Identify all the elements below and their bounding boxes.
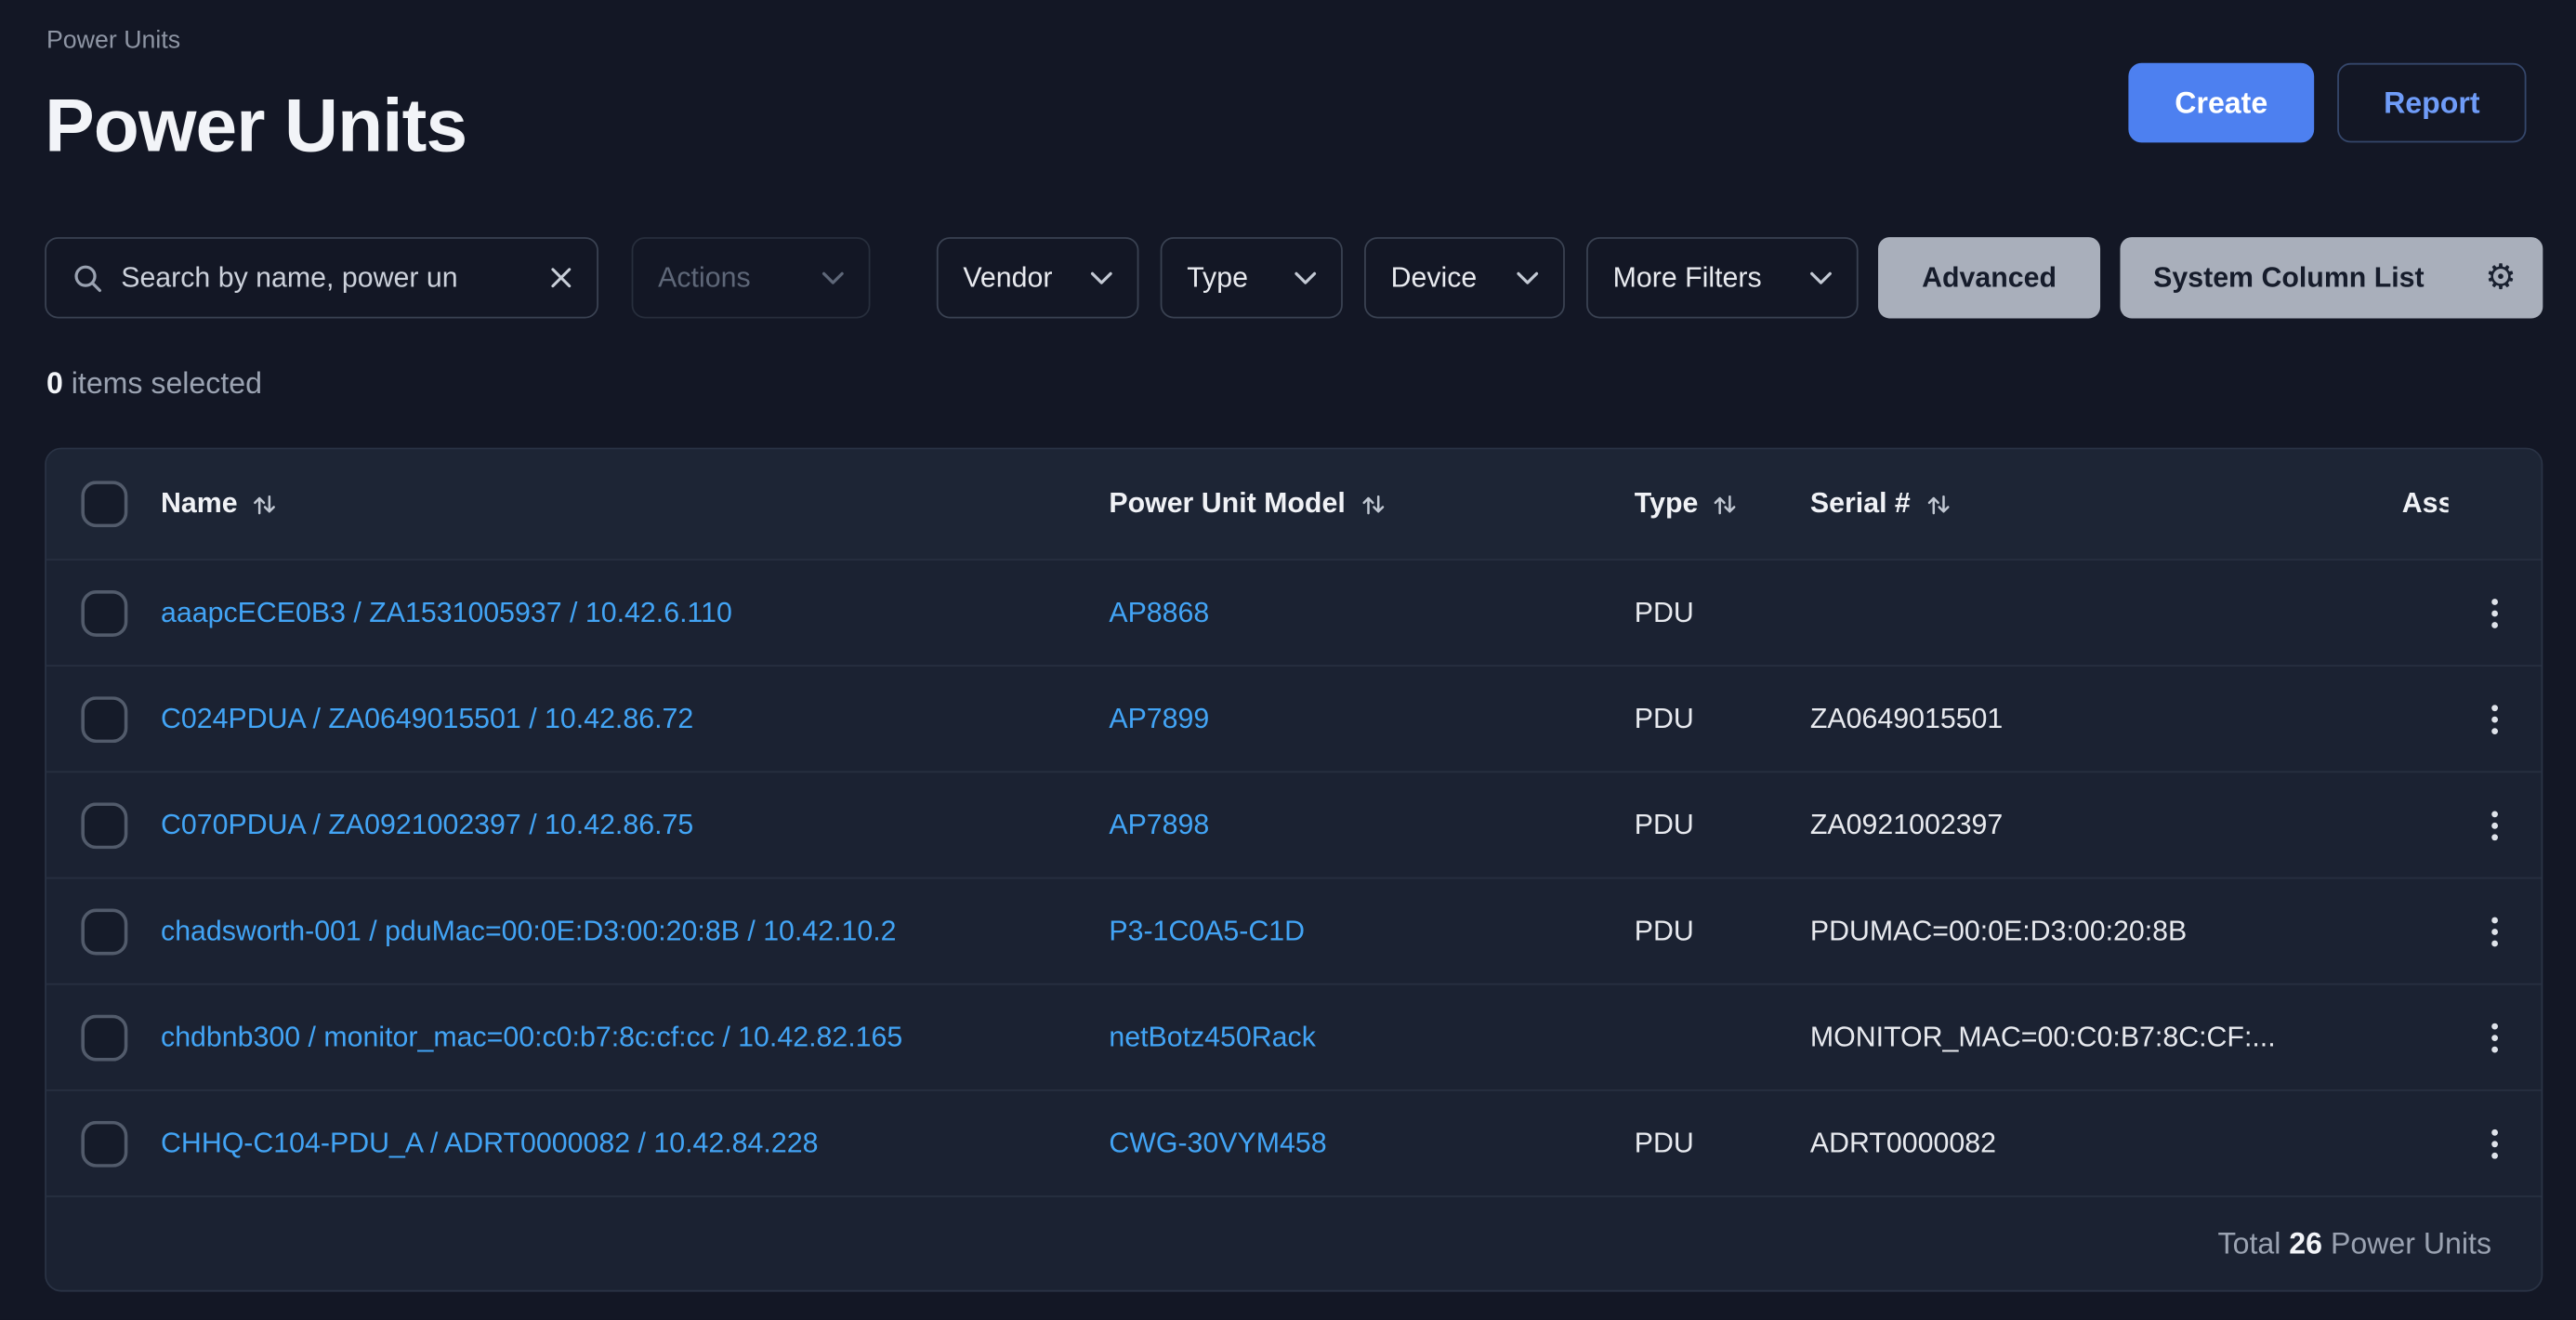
serial-cell: ZA0921002397	[1810, 809, 2402, 842]
serial-cell: PDUMAC=00:0E:D3:00:20:8B	[1810, 915, 2402, 948]
type-cell: PDU	[1635, 809, 1810, 842]
serial-cell: ZA0649015501	[1810, 702, 2402, 735]
type-cell: PDU	[1635, 596, 1810, 629]
vendor-filter-label: Vendor	[963, 261, 1052, 295]
report-button[interactable]: Report	[2337, 63, 2526, 143]
row-checkbox[interactable]	[81, 908, 127, 955]
power-unit-name-link[interactable]: chdbnb300 / monitor_mac=00:c0:b7:8c:cf:c…	[161, 1021, 902, 1052]
row-checkbox[interactable]	[81, 1014, 127, 1061]
row-actions-menu-button[interactable]	[2464, 1008, 2524, 1067]
row-actions-menu-button[interactable]	[2464, 1114, 2524, 1173]
selected-count: 0	[46, 366, 63, 400]
search-box[interactable]	[45, 237, 598, 318]
actions-dropdown[interactable]: Actions	[632, 237, 871, 318]
power-unit-model-link[interactable]: P3-1C0A5-C1D	[1109, 915, 1305, 946]
column-header-type[interactable]: Type	[1635, 487, 1810, 521]
table-row: C024PDUA / ZA0649015501 / 10.42.86.72 AP…	[46, 665, 2542, 771]
total-count: 26	[2289, 1226, 2322, 1261]
search-icon	[72, 263, 102, 293]
chevron-down-icon	[822, 271, 844, 284]
search-input[interactable]	[121, 261, 535, 295]
power-unit-name-link[interactable]: CHHQ-C104-PDU_A / ADRT0000082 / 10.42.84…	[161, 1127, 818, 1158]
sort-icon[interactable]	[253, 494, 278, 515]
selection-summary: 0 items selected	[46, 366, 262, 401]
system-column-list-button[interactable]: System Column List ⚙	[2120, 237, 2543, 318]
power-unit-name-link[interactable]: aaapcECE0B3 / ZA1531005937 / 10.42.6.110	[161, 596, 732, 627]
vendor-filter-dropdown[interactable]: Vendor	[937, 237, 1139, 318]
row-actions-menu-button[interactable]	[2464, 583, 2524, 642]
row-checkbox[interactable]	[81, 801, 127, 848]
sort-icon[interactable]	[1925, 494, 1951, 515]
table-row: CHHQ-C104-PDU_A / ADRT0000082 / 10.42.84…	[46, 1089, 2542, 1195]
power-unit-name-link[interactable]: chadsworth-001 / pduMac=00:0E:D3:00:20:8…	[161, 915, 896, 946]
column-header-serial[interactable]: Serial #	[1810, 487, 2402, 521]
power-unit-model-link[interactable]: netBotz450Rack	[1109, 1021, 1316, 1052]
power-unit-model-link[interactable]: CWG-30VYM458	[1109, 1127, 1326, 1158]
header-actions: Create Report	[2128, 63, 2526, 143]
row-actions-menu-button[interactable]	[2464, 901, 2524, 960]
sort-icon[interactable]	[1360, 494, 1386, 515]
vertical-ellipsis-icon	[2491, 598, 2498, 627]
select-all-checkbox[interactable]	[81, 481, 127, 527]
total-label: Total	[2218, 1226, 2281, 1261]
clear-search-icon[interactable]	[548, 265, 573, 290]
serial-cell: MONITOR_MAC=00:C0:B7:8C:CF:...	[1810, 1021, 2402, 1054]
more-filters-dropdown[interactable]: More Filters	[1586, 237, 1859, 318]
table-header-row: Name Power Unit Model	[46, 449, 2542, 559]
device-filter-label: Device	[1391, 261, 1478, 295]
vertical-ellipsis-icon	[2491, 1023, 2498, 1052]
power-unit-name-link[interactable]: C024PDUA / ZA0649015501 / 10.42.86.72	[161, 702, 693, 733]
chevron-down-icon	[1091, 271, 1112, 284]
row-checkbox[interactable]	[81, 1120, 127, 1167]
vertical-ellipsis-icon	[2491, 917, 2498, 946]
power-unit-model-link[interactable]: AP8868	[1109, 596, 1209, 627]
table-row: C070PDUA / ZA0921002397 / 10.42.86.75 AP…	[46, 771, 2542, 877]
type-cell: PDU	[1635, 702, 1810, 735]
breadcrumb[interactable]: Power Units	[46, 27, 180, 55]
sort-icon[interactable]	[1713, 494, 1738, 515]
selected-label: items selected	[72, 366, 262, 400]
chevron-down-icon	[1295, 271, 1316, 284]
type-filter-label: Type	[1187, 261, 1248, 295]
system-column-list-label: System Column List	[2153, 261, 2425, 295]
column-header-name[interactable]: Name	[161, 487, 1109, 521]
device-filter-dropdown[interactable]: Device	[1364, 237, 1565, 318]
vertical-ellipsis-icon	[2491, 1129, 2498, 1158]
column-header-model[interactable]: Power Unit Model	[1109, 487, 1634, 521]
vertical-ellipsis-icon	[2491, 810, 2498, 839]
viewport: Power Units Power Units Create Report Ac…	[0, 0, 2576, 1320]
table-row: chdbnb300 / monitor_mac=00:c0:b7:8c:cf:c…	[46, 983, 2542, 1089]
type-filter-dropdown[interactable]: Type	[1161, 237, 1343, 318]
page-title: Power Units	[45, 83, 467, 169]
row-checkbox[interactable]	[81, 589, 127, 636]
chevron-down-icon	[1810, 271, 1832, 284]
row-actions-menu-button[interactable]	[2464, 795, 2524, 854]
power-unit-model-link[interactable]: AP7899	[1109, 702, 1209, 733]
vertical-ellipsis-icon	[2491, 704, 2498, 733]
column-header-assigned[interactable]: Ass	[2402, 487, 2449, 521]
filter-toolbar: Actions Vendor Type Device	[45, 237, 2543, 318]
power-unit-name-link[interactable]: C070PDUA / ZA0921002397 / 10.42.86.75	[161, 809, 693, 840]
actions-dropdown-label: Actions	[658, 261, 750, 295]
table-row: aaapcECE0B3 / ZA1531005937 / 10.42.6.110…	[46, 559, 2542, 665]
more-filters-label: More Filters	[1613, 261, 1762, 295]
power-units-page: Power Units Power Units Create Report Ac…	[0, 0, 2576, 1320]
advanced-button[interactable]: Advanced	[1878, 237, 2100, 318]
total-suffix: Power Units	[2331, 1226, 2491, 1261]
serial-cell: ADRT0000082	[1810, 1127, 2402, 1160]
type-cell: PDU	[1635, 915, 1810, 948]
create-button[interactable]: Create	[2128, 63, 2314, 143]
power-unit-model-link[interactable]: AP7898	[1109, 809, 1209, 840]
type-cell: PDU	[1635, 1127, 1810, 1160]
gear-icon: ⚙	[2485, 260, 2517, 295]
row-actions-menu-button[interactable]	[2464, 689, 2524, 748]
power-units-table: Name Power Unit Model	[45, 448, 2543, 1292]
chevron-down-icon	[1517, 271, 1538, 284]
table-footer: Total 26 Power Units	[46, 1195, 2542, 1290]
table-row: chadsworth-001 / pduMac=00:0E:D3:00:20:8…	[46, 878, 2542, 983]
row-checkbox[interactable]	[81, 695, 127, 742]
